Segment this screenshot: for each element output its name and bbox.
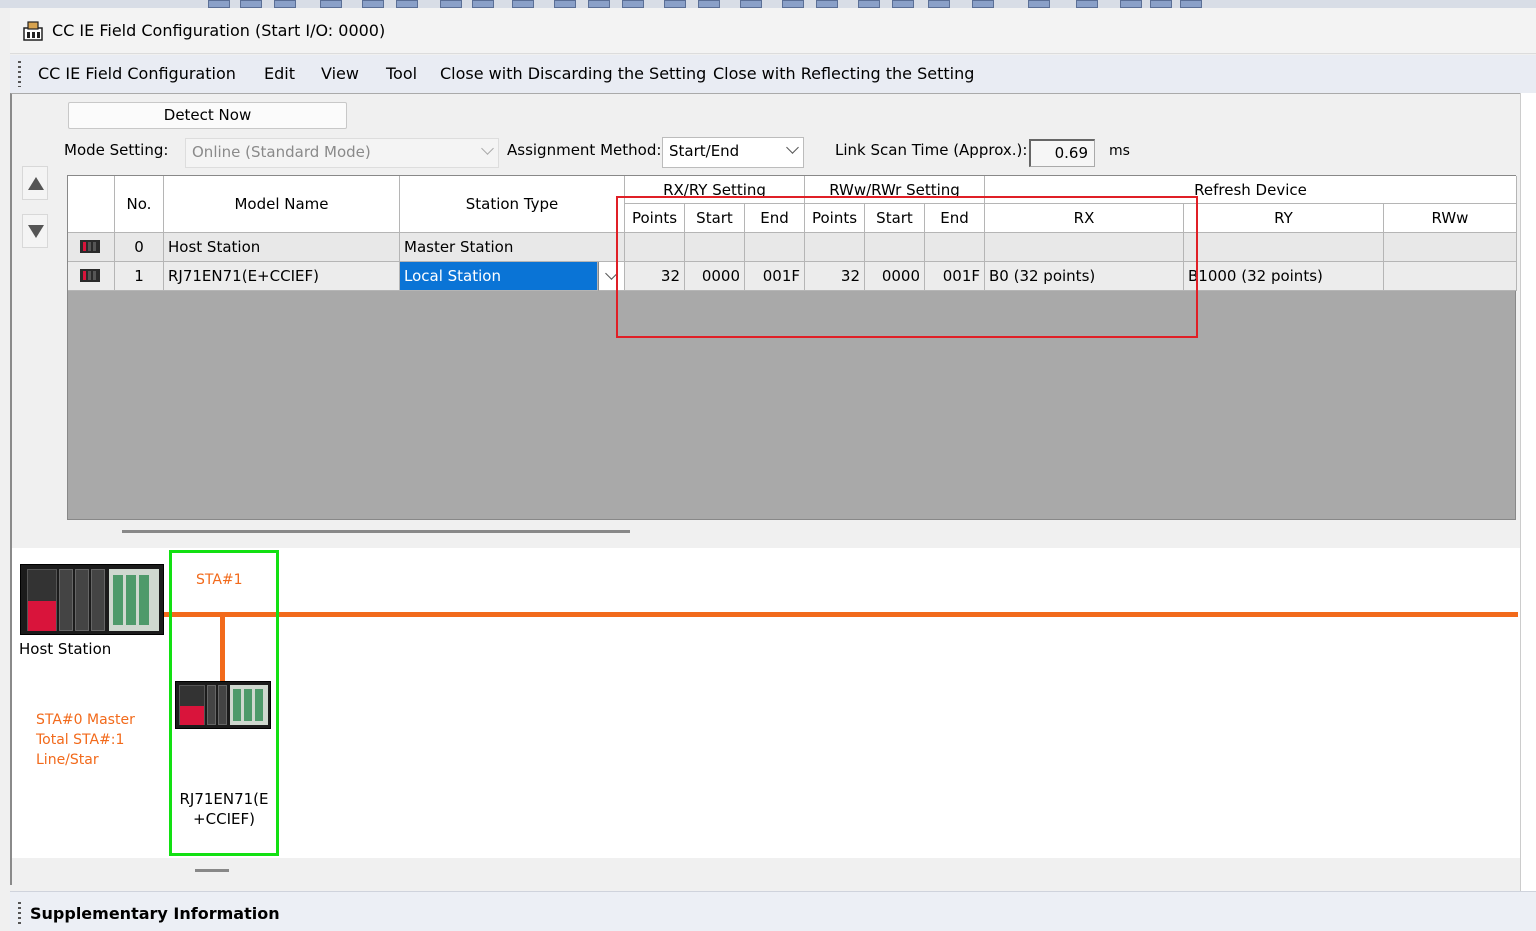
toolbar-icon[interactable] [782, 0, 804, 8]
link-scan-time-unit: ms [1109, 143, 1130, 159]
station-module-icon [80, 240, 100, 253]
row1-no[interactable]: 1 [115, 262, 164, 291]
toolbar-icon[interactable] [1150, 0, 1172, 8]
network-config-icon [23, 21, 43, 41]
network-info-line-1: STA#0 Master [36, 712, 135, 728]
green-highlight-box [169, 550, 279, 856]
assignment-method-label: Assignment Method: [507, 141, 662, 159]
top-toolbar-strip [0, 0, 1536, 8]
link-scan-time-label: Link Scan Time (Approx.): [835, 141, 1028, 159]
header-refresh-rww[interactable]: RWw [1384, 204, 1517, 233]
chevron-down-icon [481, 142, 494, 155]
toolbar-icon[interactable] [1120, 0, 1142, 8]
menu-bar: CC IE Field Configuration Edit View Tool… [10, 55, 1536, 93]
toolbar-icon[interactable] [554, 0, 576, 8]
link-scan-time-field: 0.69 [1029, 139, 1095, 167]
toolbar-icon[interactable] [698, 0, 720, 8]
supplementary-information-label: Supplementary Information [30, 904, 280, 923]
toolbar-icon[interactable] [274, 0, 296, 8]
move-down-button[interactable] [22, 214, 48, 248]
station-module-icon [80, 269, 100, 282]
title-bar: CC IE Field Configuration (Start I/O: 00… [10, 8, 1536, 54]
host-station-label: Host Station [19, 640, 112, 658]
grid-horizontal-scrollbar[interactable] [67, 520, 1516, 546]
toolbar-icon[interactable] [240, 0, 262, 8]
toolbar-icon[interactable] [396, 0, 418, 8]
network-bus-line [164, 612, 1518, 617]
network-info-line-2: Total STA#:1 [36, 732, 125, 748]
assignment-method-select[interactable]: Start/End [662, 137, 804, 168]
toolbar-icon[interactable] [512, 0, 534, 8]
scroll-thumb[interactable] [195, 869, 229, 872]
menu-cc-ie-field-configuration[interactable]: CC IE Field Configuration [38, 64, 236, 83]
toolbar-icon[interactable] [816, 0, 838, 8]
toolbar-icon[interactable] [664, 0, 686, 8]
toolbar-icon[interactable] [1028, 0, 1050, 8]
detect-now-button[interactable]: Detect Now [68, 102, 347, 129]
row0-station-type[interactable]: Master Station [400, 233, 625, 262]
mode-setting-label: Mode Setting: [64, 141, 169, 159]
row1-ref-rww[interactable] [1384, 262, 1517, 291]
network-info-line-3: Line/Star [36, 752, 99, 768]
row1-ref-ry[interactable]: B1000 (32 points) [1184, 262, 1384, 291]
red-highlight-box [616, 196, 1198, 338]
row1-station-type[interactable]: Local Station [400, 262, 598, 291]
toolbar-icon[interactable] [928, 0, 950, 8]
row-station-icon-cell[interactable] [68, 262, 115, 291]
host-station-module-icon[interactable] [20, 564, 164, 635]
right-edge-panel [1520, 93, 1536, 893]
arrow-down-icon [28, 225, 44, 238]
network-horizontal-scrollbar[interactable] [170, 858, 1520, 884]
toolbar-icon[interactable] [972, 0, 994, 8]
row0-no[interactable]: 0 [115, 233, 164, 262]
header-refresh-ry[interactable]: RY [1184, 204, 1384, 233]
header-no[interactable]: No. [115, 176, 164, 233]
scroll-thumb[interactable] [122, 530, 630, 533]
menu-edit[interactable]: Edit [264, 64, 295, 83]
toolbar-icon[interactable] [362, 0, 384, 8]
chevron-down-icon [786, 141, 799, 154]
toolbar-icon[interactable] [588, 0, 610, 8]
header-icon-column [68, 176, 115, 233]
arrow-up-icon [28, 177, 44, 190]
header-station-type[interactable]: Station Type [400, 176, 625, 233]
menu-grip-icon[interactable] [18, 61, 21, 87]
supplementary-information-bar[interactable]: Supplementary Information [10, 891, 1536, 931]
toolbar-icon[interactable] [208, 0, 230, 8]
toolbar-icon[interactable] [740, 0, 762, 8]
toolbar-icon[interactable] [1076, 0, 1098, 8]
menu-view[interactable]: View [321, 64, 359, 83]
row1-model[interactable]: RJ71EN71(E+CCIEF) [164, 262, 400, 291]
toolbar-icon[interactable] [892, 0, 914, 8]
row0-model[interactable]: Host Station [164, 233, 400, 262]
toolbar-icon[interactable] [622, 0, 644, 8]
toolbar-icon[interactable] [472, 0, 494, 8]
row0-ref-rww[interactable] [1384, 233, 1517, 262]
header-model-name[interactable]: Model Name [164, 176, 400, 233]
grip-icon[interactable] [18, 902, 21, 924]
row0-ref-ry[interactable] [1184, 233, 1384, 262]
row-station-icon-cell[interactable] [68, 233, 115, 262]
toolbar-icon[interactable] [440, 0, 462, 8]
menu-tool[interactable]: Tool [386, 64, 417, 83]
assignment-method-value: Start/End [669, 142, 740, 160]
move-up-button[interactable] [22, 166, 48, 200]
toolbar-icon[interactable] [320, 0, 342, 8]
menu-close-reflect[interactable]: Close with Reflecting the Setting [713, 64, 974, 83]
menu-close-discard[interactable]: Close with Discarding the Setting [440, 64, 706, 83]
mode-setting-select[interactable]: Online (Standard Mode) [185, 138, 499, 168]
window-title: CC IE Field Configuration (Start I/O: 00… [52, 21, 386, 40]
toolbar-icon[interactable] [858, 0, 880, 8]
mode-setting-value: Online (Standard Mode) [192, 143, 371, 161]
toolbar-icon[interactable] [1180, 0, 1202, 8]
